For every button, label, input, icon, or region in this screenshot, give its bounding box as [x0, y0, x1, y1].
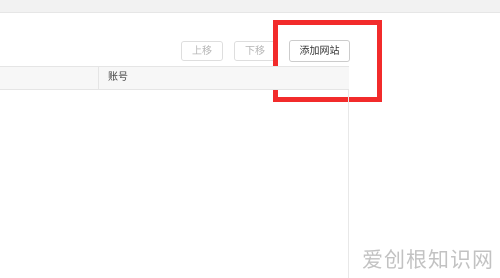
- move-down-button[interactable]: 下移: [234, 41, 276, 61]
- move-up-button[interactable]: 上移: [181, 41, 223, 61]
- watermark: 爱创根知识网: [362, 248, 494, 272]
- column-header-account: 账号: [108, 72, 128, 83]
- accounts-table: 账号: [0, 66, 349, 278]
- column-divider: [98, 67, 99, 90]
- table-header: 账号: [0, 66, 349, 90]
- top-strip: [0, 0, 500, 13]
